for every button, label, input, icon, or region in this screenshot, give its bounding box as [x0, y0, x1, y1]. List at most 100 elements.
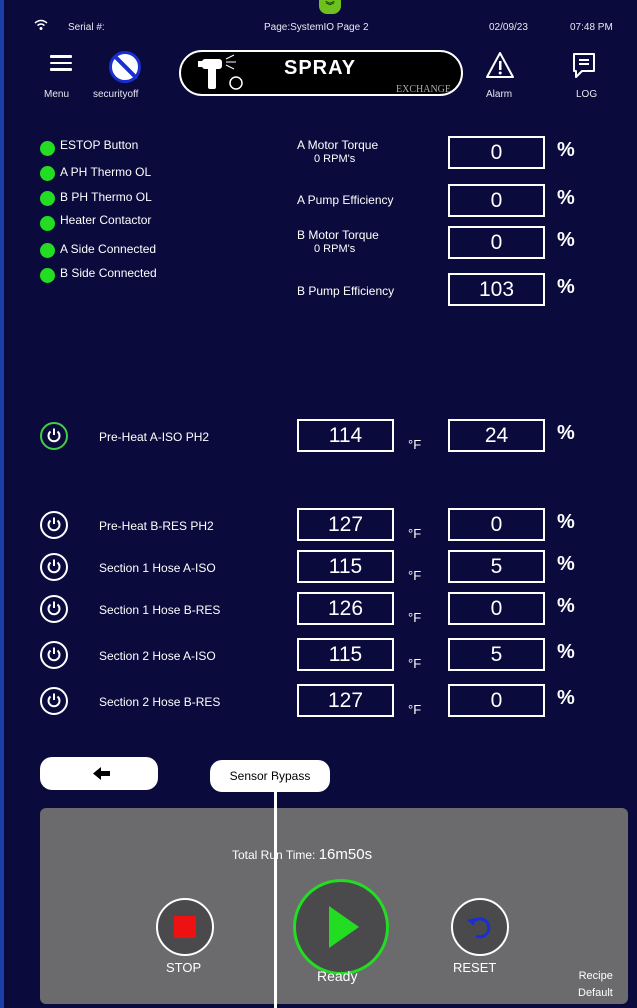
indicator-label: B PH Thermo OL	[60, 190, 152, 204]
a-motor-torque-label: A Motor Torque	[297, 138, 379, 152]
reset-icon	[467, 917, 491, 939]
heater-temp-value[interactable]: 127	[297, 684, 394, 717]
power-icon	[47, 428, 61, 443]
heater-row: Section 2 Hose B-RES 127 °F 0 %	[40, 684, 620, 724]
alarm-label: Alarm	[486, 89, 513, 100]
status-light	[40, 216, 55, 231]
percent-unit: %	[557, 276, 575, 298]
run-time-display: Total Run Time: 16m50s	[232, 846, 372, 863]
date-display: 02/09/23	[489, 22, 528, 33]
heater-row: Section 1 Hose B-RES 126 °F 0 %	[40, 592, 620, 632]
heater-label: Section 2 Hose A-ISO	[99, 649, 216, 663]
b-motor-rpm: 0 RPM's	[314, 243, 356, 255]
warning-icon	[486, 52, 514, 78]
log-label: LOG	[576, 89, 598, 100]
power-icon	[47, 559, 61, 574]
spray-gun-icon	[198, 54, 243, 90]
play-icon	[329, 906, 359, 948]
heater-row: Section 2 Hose A-ISO 115 °F 5 %	[40, 638, 620, 678]
heater-label: Section 1 Hose B-RES	[99, 603, 221, 617]
b-motor-torque-label: B Motor Torque	[297, 228, 379, 242]
temp-unit: °F	[408, 568, 422, 583]
heater-pct-value: 24	[448, 419, 545, 452]
security-label: securityoff	[93, 89, 139, 100]
heater-label: Section 2 Hose B-RES	[99, 695, 221, 709]
annotation-arrow-icon	[266, 776, 284, 792]
start-button[interactable]	[293, 879, 389, 975]
indicator-label: A PH Thermo OL	[60, 165, 152, 179]
heater-temp-value[interactable]: 114	[297, 419, 394, 452]
ready-status: Ready	[317, 968, 358, 984]
indicator-label: ESTOP Button	[60, 138, 139, 152]
security-button[interactable]	[109, 51, 141, 83]
a-motor-rpm: 0 RPM's	[314, 153, 356, 165]
status-light	[40, 166, 55, 181]
temp-unit: °F	[408, 702, 422, 717]
percent-unit: %	[557, 187, 575, 209]
percent-unit: %	[557, 595, 575, 617]
heater-power-toggle[interactable]	[40, 511, 68, 539]
back-button[interactable]	[40, 757, 158, 790]
hmi-screen: ︾ Serial #: Page:SystemIO Page 2 02/09/2…	[0, 0, 637, 1008]
heater-temp-value[interactable]: 127	[297, 508, 394, 541]
b-motor-torque-value: 0	[448, 226, 545, 259]
recipe-label: Recipe	[578, 970, 613, 982]
heater-pct-value: 0	[448, 508, 545, 541]
recipe-value: Default	[578, 987, 613, 999]
percent-unit: %	[557, 422, 575, 444]
power-icon	[47, 601, 61, 616]
page-title: Page:SystemIO Page 2	[264, 22, 369, 33]
heater-power-toggle[interactable]	[40, 687, 68, 715]
control-panel: Total Run Time: 16m50s STOP Ready RESET …	[40, 808, 628, 1004]
heater-temp-value[interactable]: 126	[297, 592, 394, 625]
b-pump-efficiency-label: B Pump Efficiency	[297, 284, 395, 298]
alarm-button[interactable]	[485, 51, 515, 84]
heater-label: Pre-Heat A-ISO PH2	[99, 430, 210, 444]
power-icon	[47, 647, 61, 662]
stop-icon	[174, 916, 196, 938]
time-display: 07:48 PM	[570, 22, 613, 33]
logo-subtext: EXCHANGE	[396, 84, 451, 95]
indicator-label: Heater Contactor	[60, 213, 152, 227]
reset-button[interactable]	[451, 898, 509, 956]
heater-temp-value[interactable]: 115	[297, 550, 394, 583]
b-pump-efficiency-value: 103	[448, 273, 545, 306]
heater-row: Pre-Heat A-ISO PH2 114 °F 24 %	[40, 419, 620, 459]
indicator-label: B Side Connected	[60, 266, 157, 280]
percent-unit: %	[557, 687, 575, 709]
indicator-label: A Side Connected	[60, 242, 157, 256]
status-light	[40, 141, 55, 156]
logo-text: SPRAY	[284, 57, 357, 79]
reset-label: RESET	[453, 960, 497, 975]
heater-pct-value: 0	[448, 684, 545, 717]
message-icon	[573, 53, 595, 78]
percent-unit: %	[557, 511, 575, 533]
heater-pct-value: 5	[448, 638, 545, 671]
annotation-arrow-shaft	[274, 790, 277, 1008]
recipe-display: Recipe Default	[578, 968, 613, 1002]
heater-power-toggle[interactable]	[40, 422, 68, 450]
heater-power-toggle[interactable]	[40, 595, 68, 623]
percent-unit: %	[557, 641, 575, 663]
pull-down-tab[interactable]: ︾	[319, 0, 341, 14]
heater-row: Pre-Heat B-RES PH2 127 °F 0 %	[40, 508, 620, 548]
heater-pct-value: 0	[448, 592, 545, 625]
wifi-icon	[34, 19, 48, 30]
status-light	[40, 191, 55, 206]
status-light	[40, 268, 55, 283]
log-button[interactable]	[571, 51, 597, 84]
stop-button[interactable]	[156, 898, 214, 956]
security-off-icon	[109, 51, 141, 83]
heater-power-toggle[interactable]	[40, 553, 68, 581]
a-pump-efficiency-label: A Pump Efficiency	[297, 193, 394, 207]
heater-temp-value[interactable]: 115	[297, 638, 394, 671]
menu-button[interactable]	[50, 51, 72, 75]
heater-power-toggle[interactable]	[40, 641, 68, 669]
serial-label: Serial #:	[68, 22, 105, 33]
arrow-left-icon	[93, 767, 110, 780]
menu-label: Menu	[44, 89, 70, 100]
temp-unit: °F	[408, 526, 422, 541]
heater-row: Section 1 Hose A-ISO 115 °F 5 %	[40, 550, 620, 590]
heater-label: Pre-Heat B-RES PH2	[99, 519, 214, 533]
temp-unit: °F	[408, 656, 422, 671]
